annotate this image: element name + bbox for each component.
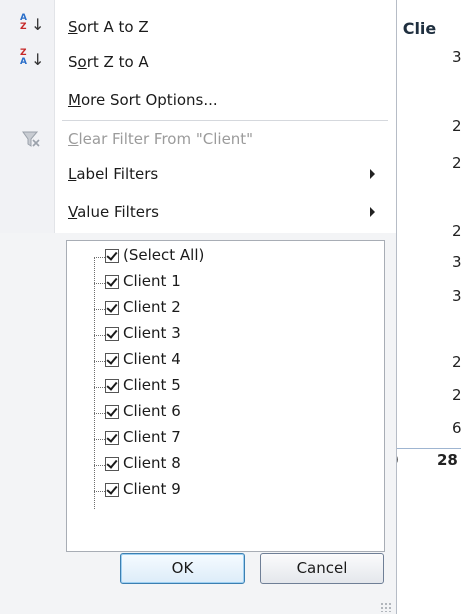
more-sort-options-item[interactable]: More Sort Options... — [0, 83, 395, 117]
cell[interactable]: 3 — [452, 287, 461, 305]
checkbox[interactable] — [105, 405, 119, 419]
chevron-right-icon — [370, 169, 375, 179]
tree-branch — [94, 387, 105, 388]
clear-filter-icon — [20, 126, 42, 152]
tree-branch — [94, 283, 105, 284]
checkbox[interactable] — [105, 353, 119, 367]
list-item[interactable]: Client 4 — [67, 348, 367, 374]
cancel-button[interactable]: Cancel — [260, 553, 384, 584]
list-item[interactable]: Client 3 — [67, 322, 367, 348]
checkbox[interactable] — [105, 483, 119, 497]
checkbox[interactable] — [105, 249, 119, 263]
sort-a-to-z-item[interactable]: AZ ↓ Sort A to Z — [0, 10, 395, 44]
sort-descending-icon: ZA ↓ — [20, 48, 45, 69]
sort-ascending-icon: AZ ↓ — [20, 13, 45, 34]
checkbox[interactable] — [105, 327, 119, 341]
cell[interactable]: 2 — [452, 154, 461, 172]
tree-branch — [94, 309, 105, 310]
cell[interactable]: 2 — [452, 386, 461, 404]
tree-branch — [94, 413, 105, 414]
list-item-select-all[interactable]: (Select All) — [67, 244, 367, 270]
tree-branch — [94, 491, 105, 492]
cell[interactable]: 2 — [452, 222, 461, 240]
cell[interactable]: 3 — [452, 48, 461, 66]
value-filters-item[interactable]: Value Filters — [0, 195, 395, 229]
clear-filter-label: Clear Filter From "Client" — [68, 130, 254, 148]
more-sort-options-label: More Sort Options... — [68, 91, 218, 109]
list-item-label: Client 9 — [123, 480, 181, 498]
ok-button[interactable]: OK — [120, 553, 245, 584]
list-item[interactable]: Client 5 — [67, 374, 367, 400]
tree-branch — [94, 335, 105, 336]
cell[interactable]: 3 — [452, 253, 461, 271]
list-item-label: Client 8 — [123, 454, 181, 472]
cell[interactable]: 2 — [452, 353, 461, 371]
list-item[interactable]: Client 7 — [67, 426, 367, 452]
tree-branch — [94, 465, 105, 466]
cell-total[interactable]: 28 — [437, 451, 458, 469]
tree-branch — [94, 257, 105, 258]
checkbox[interactable] — [105, 275, 119, 289]
resize-grip[interactable] — [380, 602, 392, 612]
list-item-label: (Select All) — [123, 246, 205, 264]
sort-z-to-a-label: Sort Z to A — [68, 53, 149, 71]
clear-filter-item[interactable]: Clear Filter From "Client" — [0, 122, 395, 156]
list-item[interactable]: Client 2 — [67, 296, 367, 322]
tree-branch — [94, 361, 105, 362]
cell[interactable]: 6 — [452, 419, 461, 437]
label-filters-item[interactable]: Label Filters — [0, 157, 395, 191]
list-item-label: Client 6 — [123, 402, 181, 420]
list-item-label: Client 3 — [123, 324, 181, 342]
checkbox[interactable] — [105, 457, 119, 471]
list-item[interactable]: Client 9 — [67, 478, 367, 504]
list-item-label: Client 2 — [123, 298, 181, 316]
checkbox[interactable] — [105, 379, 119, 393]
list-item-label: Client 5 — [123, 376, 181, 394]
label-filters-label: Label Filters — [68, 165, 159, 183]
sort-a-to-z-label: Sort A to Z — [68, 18, 149, 36]
tree-branch — [94, 439, 105, 440]
checkbox[interactable] — [105, 431, 119, 445]
menu-separator — [62, 120, 388, 121]
checkbox[interactable] — [105, 301, 119, 315]
list-item[interactable]: Client 1 — [67, 270, 367, 296]
list-item-label: Client 4 — [123, 350, 181, 368]
chevron-right-icon — [370, 207, 375, 217]
cell[interactable]: 2 — [452, 117, 461, 135]
total-row-border — [386, 448, 461, 449]
client-filter-list[interactable]: (Select All) Client 1 Client 2 Client 3 … — [66, 240, 385, 552]
column-header[interactable]: 2 Clie — [386, 16, 461, 42]
list-item[interactable]: Client 8 — [67, 452, 367, 478]
list-item-label: Client 1 — [123, 272, 181, 290]
list-item-label: Client 7 — [123, 428, 181, 446]
value-filters-label: Value Filters — [68, 203, 159, 221]
sort-z-to-a-item[interactable]: ZA ↓ Sort Z to A — [0, 45, 395, 79]
list-item[interactable]: Client 6 — [67, 400, 367, 426]
filter-dropdown-menu: AZ ↓ Sort A to Z ZA ↓ Sort Z to A More S… — [0, 0, 397, 614]
